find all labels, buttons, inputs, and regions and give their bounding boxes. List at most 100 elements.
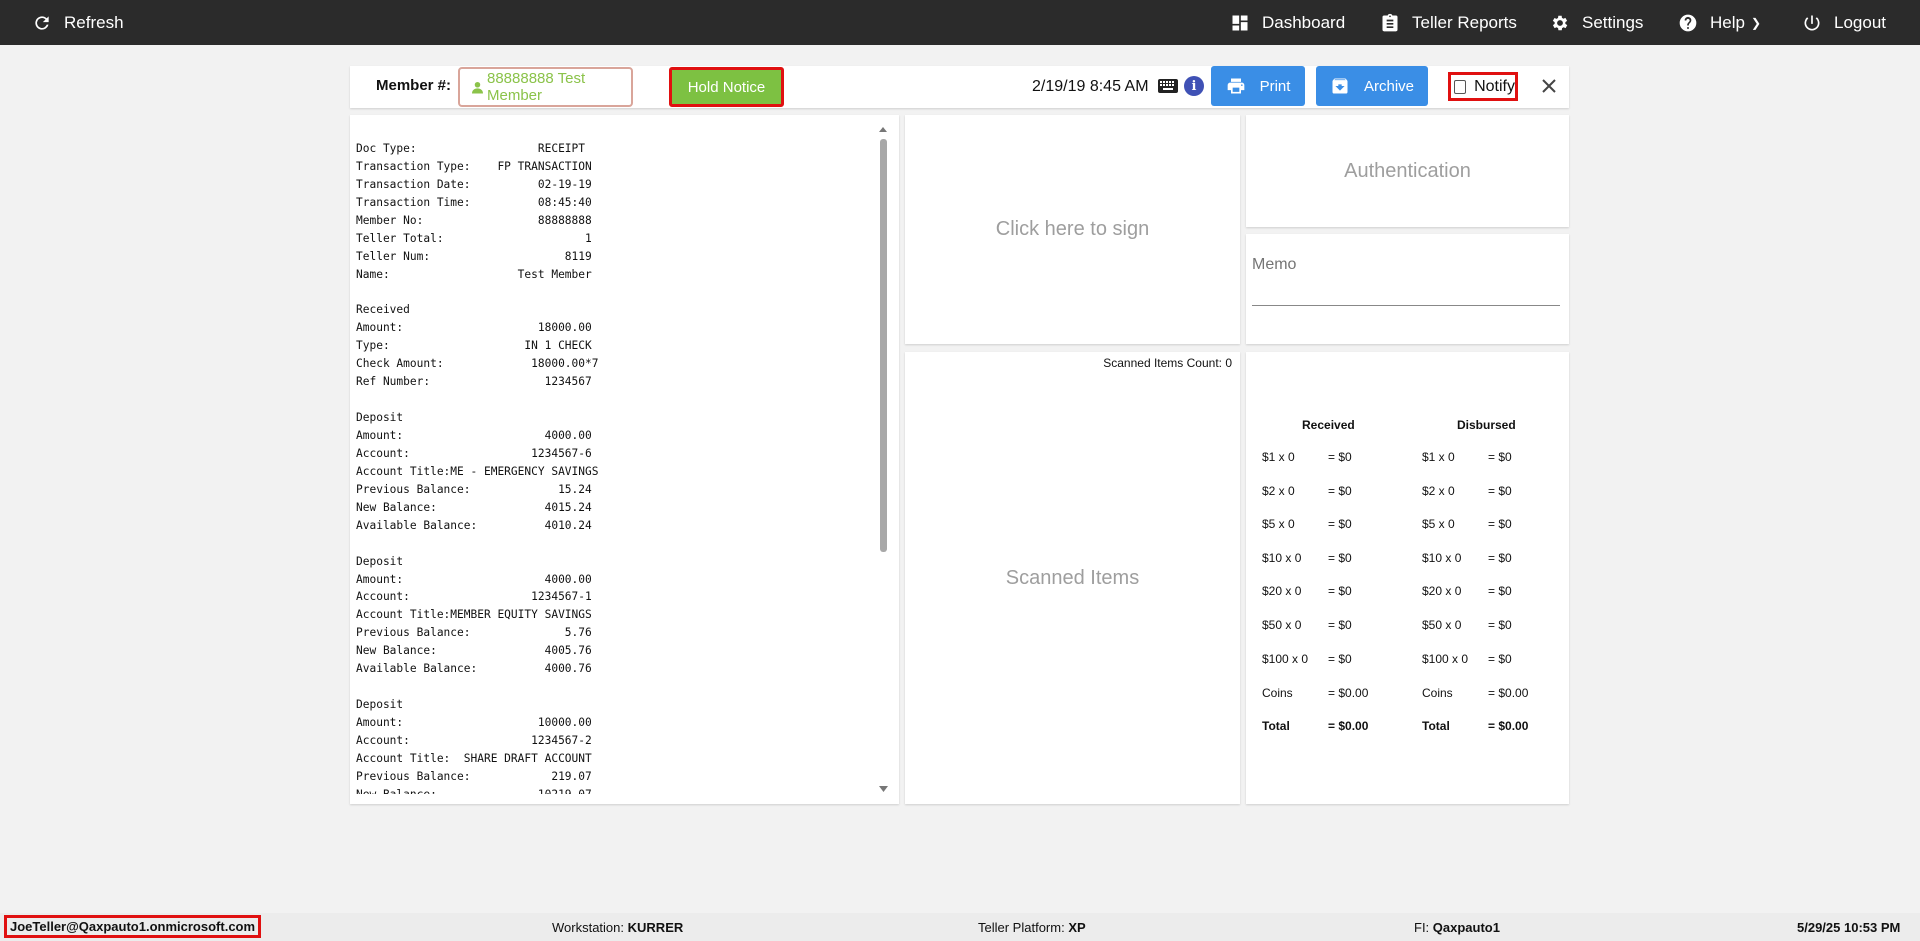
logout-label: Logout (1834, 12, 1886, 32)
receipt-line: Account: 1234567-2 (356, 733, 592, 747)
receipt-line: Account Title:ME - EMERGENCY SAVINGS (356, 464, 599, 478)
authentication-panel[interactable]: Authentication (1246, 115, 1569, 227)
status-datetime: 5/29/25 10:53 PM (1797, 920, 1901, 935)
help-label: Help (1710, 12, 1745, 32)
archive-label: Archive (1363, 77, 1415, 95)
signature-pad[interactable]: Click here to sign (905, 115, 1240, 344)
received-amount: = $0 (1328, 450, 1352, 464)
received-denomination: $2 x 0 (1262, 484, 1295, 498)
member-number-field[interactable]: 88888888 Test Member (458, 67, 633, 107)
receipt-line: Name: Test Member (356, 267, 592, 281)
receipt-line: Transaction Type: FP TRANSACTION (356, 159, 592, 173)
scroll-down-arrow-icon[interactable] (879, 786, 888, 792)
status-bar: JoeTeller@Qaxpauto1.onmicrosoft.com Work… (0, 913, 1920, 941)
disbursed-amount: = $0 (1488, 484, 1512, 498)
disbursed-denomination: $50 x 0 (1422, 618, 1462, 632)
receipt-line: Transaction Date: 02-19-19 (356, 177, 592, 191)
settings-label: Settings (1582, 12, 1644, 32)
scroll-thumb[interactable] (880, 139, 887, 552)
workstation-label: Workstation: (552, 920, 625, 935)
received-amount: = $0 (1328, 618, 1352, 632)
received-amount: = $0 (1328, 584, 1352, 598)
memo-label: Memo (1252, 256, 1297, 273)
disbursed-denomination: $10 x 0 (1422, 551, 1462, 565)
help-icon (1679, 14, 1697, 31)
memo-input[interactable] (1252, 282, 1560, 306)
refresh-label: Refresh (64, 12, 124, 32)
receipt-line: Previous Balance: 5.76 (356, 626, 592, 640)
received-amount: = $0 (1328, 551, 1352, 565)
disbursed-denomination: $2 x 0 (1422, 484, 1455, 498)
refresh-button[interactable]: Refresh (32, 0, 124, 45)
cash-summary-panel: Received Disbursed $1 x 0 = $0 $2 x 0 = $0 $… (1246, 352, 1569, 804)
help-menu[interactable]: Help ❯ (1678, 0, 1761, 45)
receipt-line: New Balance: 4015.24 (356, 500, 592, 514)
workstation-info: Workstation: KURRER (552, 920, 683, 935)
received-denomination: $50 x 0 (1262, 618, 1302, 632)
dashboard-link[interactable]: Dashboard (1230, 0, 1345, 45)
refresh-icon (35, 15, 49, 30)
platform-value: XP (1068, 920, 1086, 935)
fi-info: FI: Qaxpauto1 (1414, 920, 1500, 935)
print-button[interactable]: Print (1211, 66, 1305, 106)
settings-link[interactable]: Settings (1550, 0, 1643, 45)
teller-reports-link[interactable]: Teller Reports (1380, 0, 1517, 45)
receipt-line (356, 391, 866, 409)
checkbox-box[interactable] (1454, 79, 1467, 94)
archive-icon (1332, 78, 1348, 94)
receipt-scrollbar[interactable] (877, 125, 891, 795)
platform-label: Teller Platform: (978, 920, 1065, 935)
disbursed-amount: = $0 (1488, 551, 1512, 565)
logout-button[interactable]: Logout (1802, 0, 1886, 45)
platform-info: Teller Platform: XP (978, 920, 1086, 935)
received-denomination: $5 x 0 (1262, 517, 1295, 531)
hold-notice-button[interactable]: Hold Notice (669, 67, 784, 107)
transaction-datetime: 2/19/19 8:45 AM (1032, 78, 1149, 95)
scroll-up-arrow-icon[interactable] (879, 127, 887, 132)
receipt-line: Transaction Time: 08:45:40 (356, 195, 592, 209)
receipt-line: Account: 1234567-6 (356, 446, 592, 460)
disbursed-amount: = $0 (1488, 652, 1512, 666)
workstation-value: KURRER (627, 920, 684, 935)
disbursed-denomination: $5 x 0 (1422, 517, 1455, 531)
disbursed-amount: = $0 (1488, 517, 1512, 531)
receipt-line: Available Balance: 4000.76 (356, 662, 592, 676)
scanned-items-count: Scanned Items Count: 0 (1103, 356, 1232, 370)
receipt-line: Deposit (356, 698, 404, 712)
member-number-label: Member #: (376, 77, 452, 94)
receipt-line (356, 678, 866, 696)
receipt-line: Type: IN 1 CHECK (356, 339, 592, 353)
receipt-panel: Doc Type: RECEIPT Transaction Type: FP TR… (350, 115, 899, 804)
authentication-label: Authentication (1344, 159, 1471, 182)
receipt-line: Teller Total: 1 (356, 231, 592, 245)
received-denomination: $10 x 0 (1262, 551, 1302, 565)
notify-checkbox[interactable]: Notify (1448, 72, 1518, 101)
receipt-line (356, 284, 866, 302)
receipt-line: Amount: 4000.00 (356, 572, 592, 586)
transaction-header: Member #: 88888888 Test Member Hold Noti… (350, 66, 1569, 108)
chevron-down-icon: ❯ (1750, 15, 1762, 30)
receipt-line: Amount: 18000.00 (356, 321, 592, 335)
close-button[interactable] (1537, 74, 1561, 98)
receipt-line: Check Amount: 18000.00*7 (356, 357, 599, 371)
disbursed-denomination: Total (1422, 719, 1450, 733)
receipt-line: Deposit (356, 554, 404, 568)
info-icon[interactable]: i (1184, 76, 1204, 96)
keyboard-icon[interactable] (1158, 79, 1178, 93)
receipt-line: Amount: 4000.00 (356, 429, 592, 442)
printer-icon (1227, 78, 1244, 94)
receipt-line (356, 535, 866, 553)
receipt-line: Amount: 10000.00 (356, 716, 592, 729)
receipt-line: Member No: 88888888 (356, 213, 592, 227)
memo-panel: Memo (1246, 234, 1569, 344)
archive-button[interactable]: Archive (1316, 66, 1428, 106)
disbursed-denomination: $1 x 0 (1422, 450, 1455, 464)
dashboard-icon (1232, 15, 1248, 30)
disbursed-amount: = $0.00 (1488, 719, 1529, 733)
received-amount: = $0 (1328, 484, 1352, 498)
received-denomination: Total (1262, 719, 1290, 733)
print-label: Print (1259, 77, 1291, 95)
receipt-line: Teller Num: 8119 (356, 249, 592, 263)
member-number-value: 88888888 Test Member (486, 70, 586, 104)
disbursed-denomination: $100 x 0 (1422, 652, 1469, 666)
